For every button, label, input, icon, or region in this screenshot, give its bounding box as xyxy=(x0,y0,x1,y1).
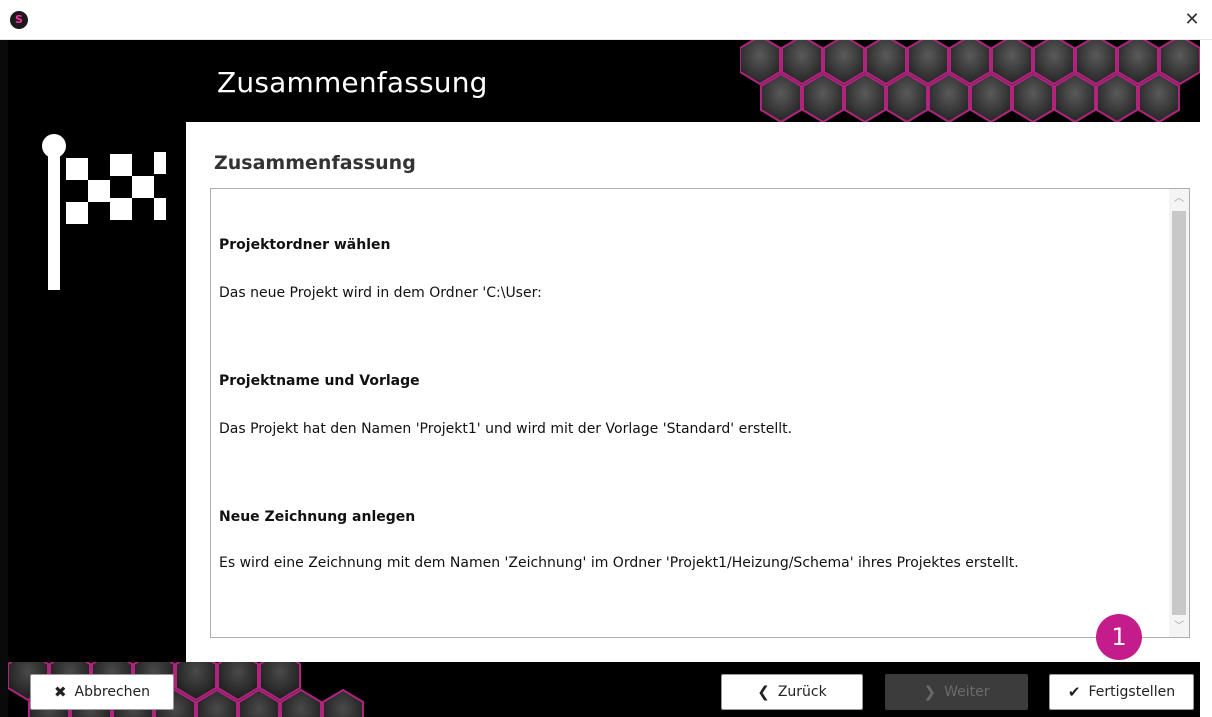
finish-button[interactable]: ✔ Fertigstellen xyxy=(1049,674,1194,710)
wizard-sidebar xyxy=(8,122,186,662)
back-button-label: Zurück xyxy=(777,684,827,700)
summary-section-text: Das Projekt hat den Namen 'Projekt1' und… xyxy=(219,421,793,437)
scroll-down-icon[interactable]: ﹀ xyxy=(1169,617,1189,637)
window-left-border xyxy=(0,40,8,717)
finish-button-label: Fertigstellen xyxy=(1088,684,1176,700)
summary-section-title: Projektordner wählen xyxy=(219,237,391,253)
hexagon-pattern-decoration xyxy=(740,40,1200,122)
window-title-bar: S ✕ xyxy=(0,0,1212,40)
scrollbar-thumb[interactable] xyxy=(1172,211,1186,615)
section-heading: Zusammenfassung xyxy=(214,152,416,174)
page-title: Zusammenfassung xyxy=(217,66,488,99)
summary-panel[interactable]: Projektordner wählen Das neue Projekt wi… xyxy=(210,188,1190,638)
close-icon: ✖ xyxy=(53,683,67,701)
wizard-header: Zusammenfassung xyxy=(8,40,1200,122)
checkered-flag-icon xyxy=(42,134,166,290)
chevron-right-icon: ❯ xyxy=(923,683,937,701)
next-button[interactable]: ❯ Weiter xyxy=(885,674,1028,710)
scroll-up-icon[interactable]: ︿ xyxy=(1169,189,1189,209)
back-button[interactable]: ❮ Zurück xyxy=(721,674,863,710)
vertical-scrollbar[interactable]: ︿ ﹀ xyxy=(1169,189,1189,637)
wizard-footer: ✖ Abbrechen ❮ Zurück ❯ Weiter ✔ Fertigst… xyxy=(8,662,1200,717)
summary-section-text: Das neue Projekt wird in dem Ordner 'C:\… xyxy=(219,285,542,301)
app-logo-icon: S xyxy=(10,11,28,29)
window-right-border xyxy=(1200,40,1212,717)
wizard-content: Zusammenfassung Projektordner wählen Das… xyxy=(186,122,1200,662)
close-icon[interactable]: ✕ xyxy=(1182,8,1202,32)
chevron-left-icon: ❮ xyxy=(757,683,770,701)
cancel-button[interactable]: ✖ Abbrechen xyxy=(30,674,174,710)
summary-section-title: Neue Zeichnung anlegen xyxy=(219,509,416,525)
next-button-label: Weiter xyxy=(944,684,990,700)
annotation-badge: 1 xyxy=(1096,614,1142,660)
checkmark-icon: ✔ xyxy=(1067,683,1081,701)
summary-section-title: Projektname und Vorlage xyxy=(219,373,420,389)
summary-section-text: Es wird eine Zeichnung mit dem Namen 'Ze… xyxy=(219,555,1019,571)
cancel-button-label: Abbrechen xyxy=(74,684,151,700)
